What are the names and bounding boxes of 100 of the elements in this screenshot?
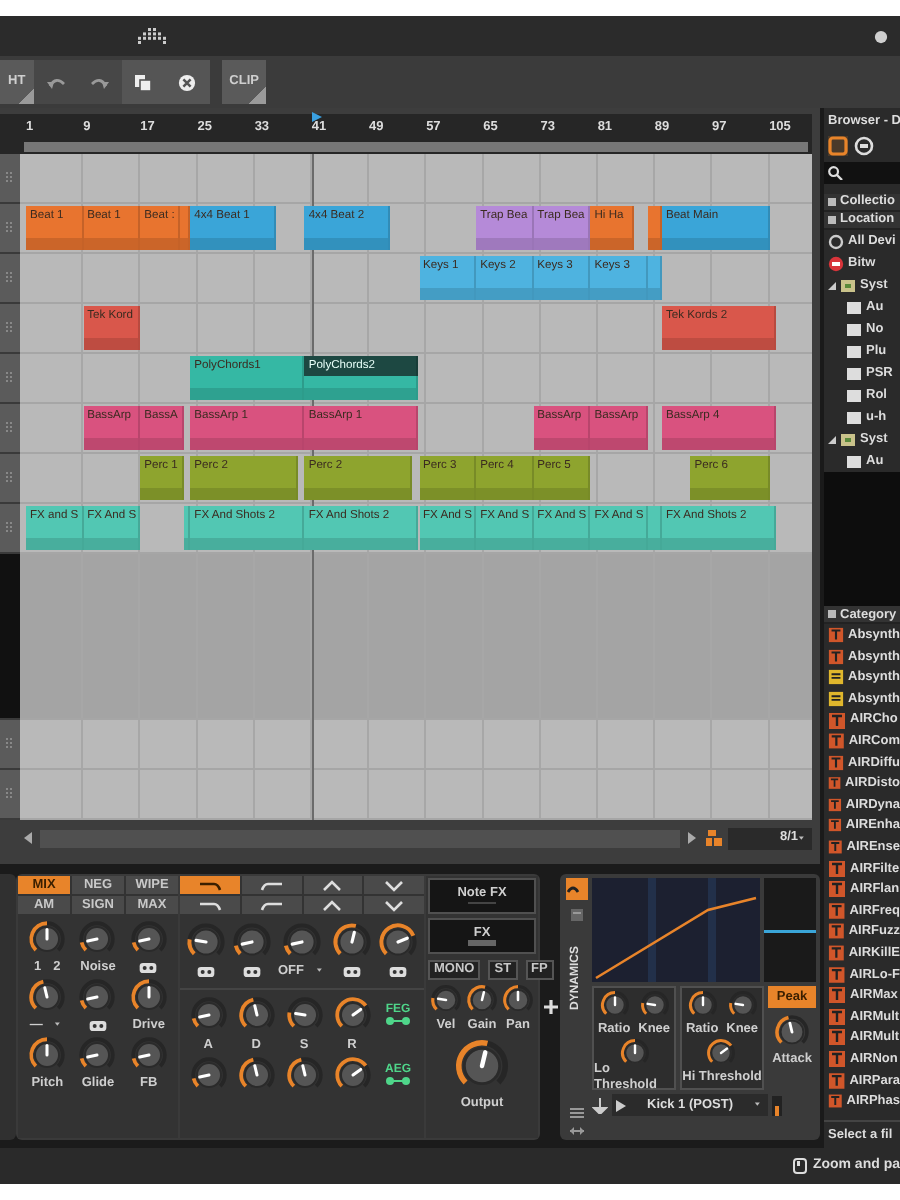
knob[interactable] [333, 1056, 371, 1094]
knob[interactable] [78, 978, 117, 1016]
slot-indicator-icon [468, 900, 496, 907]
toggle-icon [195, 961, 216, 981]
caret-icon [753, 1100, 764, 1110]
search-field[interactable] [824, 162, 900, 184]
toggle-icon [138, 957, 159, 977]
copy-button[interactable] [121, 60, 166, 104]
knob[interactable] [28, 1036, 67, 1074]
knob[interactable] [129, 1036, 168, 1074]
square-icon [828, 216, 836, 224]
scroll-left-icon[interactable] [20, 830, 36, 846]
filter-curve-icon [320, 879, 345, 891]
filter-curve-icon [259, 879, 284, 891]
knob[interactable] [639, 990, 670, 1020]
plugin-icon [828, 1071, 846, 1090]
knob[interactable] [129, 978, 168, 1016]
expanded-icon[interactable] [828, 281, 836, 289]
knob[interactable] [28, 978, 67, 1016]
filter-curve-icon [382, 879, 407, 891]
knob[interactable] [285, 1056, 323, 1094]
plugin-icon [828, 1007, 846, 1026]
square-icon[interactable] [828, 136, 848, 156]
knob[interactable] [189, 996, 227, 1034]
arrows-icon[interactable] [569, 1126, 583, 1136]
connector-icon [386, 1076, 410, 1087]
undo-button[interactable] [33, 60, 78, 104]
knob[interactable] [129, 920, 168, 958]
plugin-icon [828, 732, 845, 751]
knob[interactable] [189, 1056, 227, 1094]
power-toggle[interactable] [565, 878, 587, 900]
knob[interactable] [619, 1038, 649, 1068]
knob[interactable] [237, 1056, 275, 1094]
filter-curve-icon [197, 899, 222, 911]
clip[interactable] [179, 206, 191, 250]
level-meter-icon [772, 1095, 782, 1115]
clip[interactable] [647, 206, 662, 250]
filter-shape-button[interactable] [180, 876, 240, 894]
knob[interactable] [231, 922, 272, 962]
filter-shape-button[interactable] [303, 876, 363, 894]
plugin-icon [828, 711, 846, 730]
knob[interactable] [237, 996, 275, 1034]
plugin-icon [828, 922, 845, 941]
filter-shape-button[interactable] [241, 876, 301, 894]
knob[interactable] [332, 922, 373, 962]
filter-shape-button[interactable] [180, 896, 240, 914]
brand-icon [828, 255, 844, 271]
toggle-icon [241, 961, 262, 981]
knob[interactable] [281, 922, 322, 962]
scroll-right-icon[interactable] [684, 830, 700, 846]
caret-icon [798, 833, 808, 843]
knob[interactable] [599, 990, 630, 1020]
plugin-icon [828, 944, 845, 963]
copy-icon [134, 73, 153, 91]
knob[interactable] [378, 922, 419, 962]
square-icon [828, 610, 836, 619]
radio-icon [828, 233, 844, 249]
playhead-marker-icon[interactable] [311, 112, 322, 122]
knob[interactable] [466, 984, 498, 1016]
drive-icon [840, 277, 856, 293]
knob[interactable] [78, 1036, 117, 1074]
plugin-icon [828, 901, 846, 920]
knob[interactable] [706, 1038, 737, 1068]
clear-button[interactable] [165, 60, 210, 104]
filter-curve-icon [197, 879, 222, 891]
folder-icon [846, 453, 862, 469]
circle-icon[interactable] [854, 136, 874, 156]
knob[interactable] [78, 920, 117, 958]
sidechain-icon[interactable] [592, 1097, 608, 1113]
filter-shape-button[interactable] [364, 896, 424, 914]
knob[interactable] [687, 990, 718, 1020]
meter-graph [764, 878, 816, 982]
tracks-icon[interactable] [704, 828, 724, 848]
slot-indicator-icon [468, 940, 496, 947]
knob[interactable] [185, 922, 226, 962]
search-icon [828, 166, 844, 180]
list-icon[interactable] [569, 1108, 583, 1118]
filter-shape-button[interactable] [241, 896, 301, 914]
caret-icon [54, 1020, 65, 1030]
plugin-icon [828, 1028, 846, 1047]
knob[interactable] [502, 984, 534, 1016]
plugin-icon [828, 986, 846, 1005]
add-device-button[interactable] [543, 1000, 557, 1014]
undo-icon [45, 74, 66, 90]
knob[interactable] [285, 996, 323, 1034]
filter-shape-button[interactable] [364, 876, 424, 894]
toggle-icon [87, 1015, 108, 1035]
plugin-icon [828, 1050, 846, 1069]
plugin-icon [828, 880, 846, 899]
plugin-icon [828, 965, 846, 984]
filter-shape-button[interactable] [303, 896, 363, 914]
knob[interactable] [333, 996, 371, 1034]
knob[interactable] [28, 920, 67, 958]
knob[interactable] [774, 1014, 810, 1050]
knob[interactable] [727, 990, 758, 1020]
drive-icon [840, 431, 856, 447]
expanded-icon[interactable] [828, 435, 836, 443]
redo-icon [89, 74, 110, 90]
filter-curve-icon [320, 899, 345, 911]
knob[interactable] [430, 984, 462, 1016]
